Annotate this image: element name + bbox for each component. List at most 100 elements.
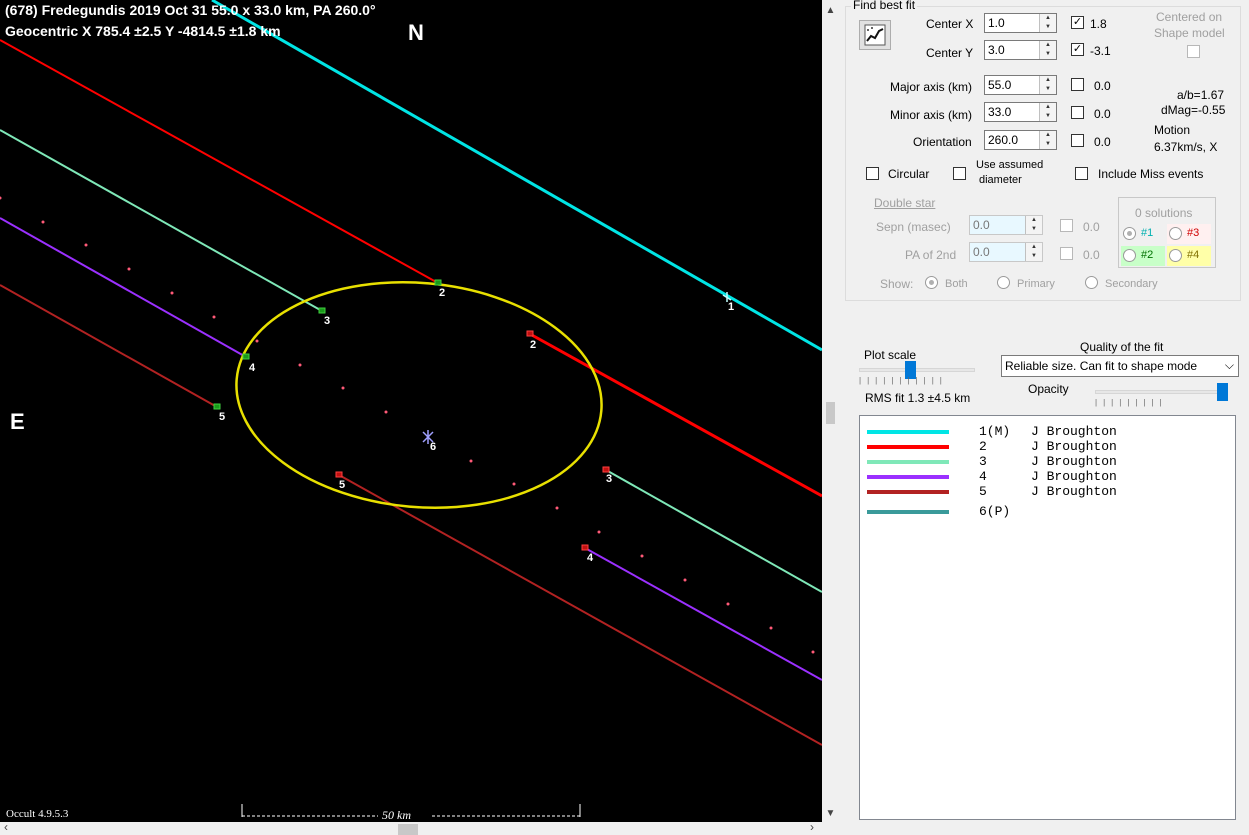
legend-observer: J Broughton	[1031, 484, 1117, 499]
include-miss-checkbox[interactable]	[1075, 167, 1088, 180]
chord-2-line-lower	[529, 332, 822, 498]
plot-scale-track[interactable]	[859, 368, 975, 372]
scroll-thumb[interactable]	[826, 402, 835, 424]
vertical-scrollbar[interactable]: ▲ ▼	[822, 0, 839, 822]
center-x-input[interactable]: ▲▼	[984, 13, 1057, 33]
center-y-input[interactable]: ▲▼	[984, 40, 1057, 60]
scale-label: 50 km	[382, 808, 411, 822]
opacity-slider[interactable]	[1217, 383, 1228, 401]
legend-color-line	[867, 430, 949, 434]
legend-row[interactable]: 1(M) J Broughton	[860, 424, 1235, 439]
find-best-fit-title: Find best fit	[851, 0, 918, 12]
opacity-ticks: |||||||||	[1095, 398, 1168, 407]
rms-fit: RMS fit 1.3 ±4.5 km	[865, 391, 971, 405]
center-x-check-value: 1.8	[1090, 17, 1107, 31]
observer-legend-list[interactable]: 1(M) J Broughton 2 J Broughton 3 J Broughton 4…	[859, 415, 1236, 820]
chord-2-line-upper	[0, 39, 439, 284]
plot-title: (678) Fredegundis 2019 Oct 31 55.0 x 33.…	[5, 2, 376, 18]
orientation-checkbox[interactable]	[1071, 134, 1084, 147]
solution-3[interactable]: #3	[1167, 224, 1211, 244]
scroll-right-icon[interactable]: ›	[810, 820, 814, 834]
chord-label: 4	[249, 362, 256, 374]
ab-ratio: a/b=1.67	[1177, 88, 1225, 102]
pa2-check-value: 0.0	[1083, 248, 1100, 262]
center-y-checkbox[interactable]: ✓	[1071, 43, 1084, 56]
show-label: Show:	[880, 277, 914, 291]
show-secondary-radio[interactable]	[1085, 276, 1098, 289]
plot-scale-label: Plot scale	[864, 348, 917, 362]
orientation-input[interactable]: ▲▼	[984, 130, 1057, 150]
sepn-checkbox[interactable]	[1060, 219, 1073, 232]
pa2-checkbox[interactable]	[1060, 247, 1073, 260]
center-x-label: Center X	[926, 17, 974, 31]
show-both-radio[interactable]	[925, 276, 938, 289]
opacity-track[interactable]	[1095, 390, 1227, 394]
occultation-plot: 1 2 2 3 3 4 4 5 5 6	[0, 0, 822, 817]
legend-observer: J Broughton	[1031, 469, 1117, 484]
chart-fit-icon	[864, 24, 886, 46]
minor-axis-input[interactable]: ▲▼	[984, 102, 1057, 122]
center-y-check-value: -3.1	[1090, 44, 1111, 58]
reappear-markers	[335, 330, 610, 551]
solution-2[interactable]: #2	[1121, 246, 1165, 266]
asteroid-profile-ellipse[interactable]	[227, 267, 611, 522]
legend-color-line	[867, 490, 949, 494]
solution-4[interactable]: #4	[1167, 246, 1211, 266]
circular-label: Circular	[888, 167, 930, 181]
circular-checkbox[interactable]	[866, 167, 879, 180]
horizontal-scrollbar[interactable]: ‹ ›	[0, 820, 839, 835]
quality-dropdown[interactable]: Reliable size. Can fit to shape mode ⌵	[1001, 355, 1239, 377]
chord-label: 2	[530, 339, 536, 351]
chord-1-line	[211, 0, 822, 352]
major-axis-check-value: 0.0	[1094, 79, 1111, 93]
east-label: E	[10, 409, 25, 434]
legend-row[interactable]: 5 J Broughton	[860, 484, 1235, 499]
scroll-up-icon[interactable]: ▲	[822, 2, 839, 19]
chord-3-line-lower	[605, 469, 822, 593]
legend-color-line	[867, 475, 949, 479]
geocentric-coords: Geocentric X 785.4 ±2.5 Y -4814.5 ±1.8 k…	[5, 23, 281, 39]
legend-color-line	[867, 445, 949, 449]
sepn-input[interactable]: ▲▼	[969, 215, 1043, 235]
north-label: N	[408, 20, 424, 45]
legend-row[interactable]: 2 J Broughton	[860, 439, 1235, 454]
legend-row[interactable]: 3 J Broughton	[860, 454, 1235, 469]
use-assumed-diameter-checkbox[interactable]	[953, 167, 966, 180]
major-axis-checkbox[interactable]	[1071, 78, 1084, 91]
hscroll-thumb[interactable]	[398, 824, 418, 835]
orientation-label: Orientation	[913, 135, 972, 149]
minor-axis-label: Minor axis (km)	[890, 108, 973, 122]
chord-label: 6	[430, 441, 436, 453]
legend-row[interactable]: 4 J Broughton	[860, 469, 1235, 484]
plot-area[interactable]: 1 2 2 3 3 4 4 5 5 6 (678) Fredegundis 2019 Oct 31…	[0, 0, 822, 822]
chord-label: 3	[606, 473, 612, 485]
scroll-down-icon[interactable]: ▼	[822, 805, 839, 822]
pa2-label: PA of 2nd	[905, 248, 957, 262]
chord-label: 5	[339, 479, 345, 491]
legend-row[interactable]: 6(P)	[860, 504, 1235, 519]
major-axis-input[interactable]: ▲▼	[984, 75, 1057, 95]
major-axis-label: Major axis (km)	[890, 80, 973, 94]
find-fit-button[interactable]	[859, 20, 891, 50]
legend-chord-number: 5	[979, 484, 987, 499]
plot-scale-ticks: |||||||||||	[859, 376, 948, 385]
chord-3-line-upper	[0, 129, 323, 312]
minor-axis-checkbox[interactable]	[1071, 106, 1084, 119]
chord-label: 1	[728, 301, 734, 313]
chord-label: 3	[324, 315, 330, 327]
chord-label: 2	[439, 287, 445, 299]
minor-axis-check-value: 0.0	[1094, 107, 1111, 121]
legend-chord-number: 4	[979, 469, 987, 484]
show-primary-radio[interactable]	[997, 276, 1010, 289]
pa2-input[interactable]: ▲▼	[969, 242, 1043, 262]
legend-chord-number: 2	[979, 439, 987, 454]
solution-1[interactable]: #1	[1121, 224, 1165, 244]
legend-chord-number: 1(M)	[979, 424, 1011, 439]
center-x-checkbox[interactable]: ✓	[1071, 16, 1084, 29]
include-miss-label: Include Miss events	[1098, 167, 1204, 181]
scroll-left-icon[interactable]: ‹	[4, 820, 8, 834]
fit-panel: Find best fit Center X ▲▼ ✓ 1.8 Center Y…	[839, 0, 1249, 835]
shape-model-checkbox[interactable]	[1187, 45, 1200, 58]
center-y-label: Center Y	[926, 46, 974, 60]
orientation-check-value: 0.0	[1094, 135, 1111, 149]
